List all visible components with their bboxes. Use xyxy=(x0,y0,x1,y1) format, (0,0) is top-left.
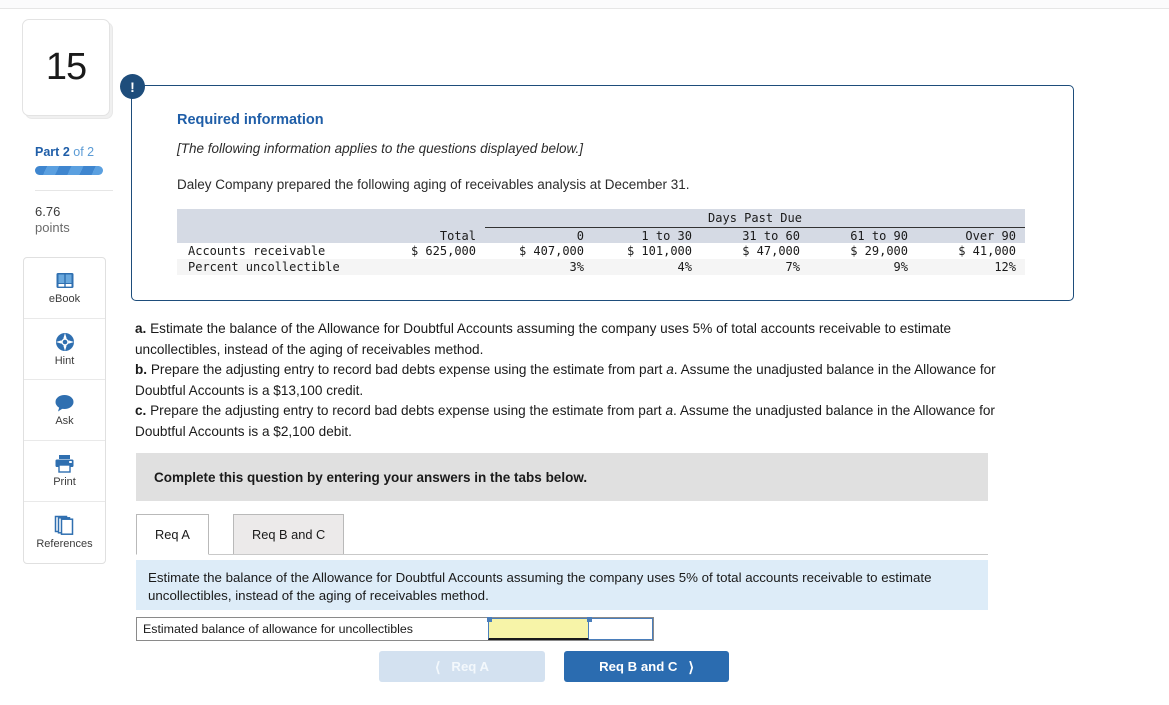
complete-question-bar: Complete this question by entering your … xyxy=(136,453,988,501)
table-row: Accounts receivable $ 625,000 $ 407,000 … xyxy=(177,243,1025,259)
tab-label-req-b-and-c: Req B and C xyxy=(252,527,326,542)
requirement-b-body-1: Prepare the adjusting entry to record ba… xyxy=(147,362,667,377)
pct-1-30: 4% xyxy=(593,259,701,275)
chevron-left-icon: ⟨ xyxy=(434,658,441,675)
requirement-c-marker: c. xyxy=(135,403,147,418)
required-information-callout: ! Required information [The following in… xyxy=(120,74,1074,301)
answer-tabs: Req A Req B and C xyxy=(136,514,988,556)
question-rail: 15 Part 2 of 2 6.76 points eBook Hint As… xyxy=(22,19,114,564)
selection-handle-left[interactable] xyxy=(487,617,492,622)
question-number: 15 xyxy=(45,46,87,88)
tab-label-req-a: Req A xyxy=(155,527,190,542)
requirement-c: c. Prepare the adjusting entry to record… xyxy=(135,401,1040,442)
question-number-card: 15 xyxy=(22,19,110,116)
tool-ask[interactable]: Ask xyxy=(24,380,105,441)
prev-button-label: Req A xyxy=(451,659,490,674)
tab-instruction-text: Estimate the balance of the Allowance fo… xyxy=(148,570,932,603)
chevron-right-icon: ⟩ xyxy=(688,658,694,675)
group-header-total-spacer xyxy=(377,209,485,227)
part-word: Part xyxy=(35,145,60,159)
row-label-percent-uncollectible: Percent uncollectible xyxy=(177,259,377,275)
part-number: 2 xyxy=(62,145,70,159)
prev-req-a-button[interactable]: ⟨ Req A xyxy=(379,651,545,682)
tool-label-ask: Ask xyxy=(55,414,74,427)
requirement-c-ref: a xyxy=(665,403,674,418)
lifebuoy-icon xyxy=(55,332,75,352)
next-req-b-and-c-button[interactable]: Req B and C ⟩ xyxy=(564,651,729,682)
col-header-1-30: 1 to 30 xyxy=(593,227,701,243)
answer-input-row: Estimated balance of allowance for uncol… xyxy=(136,617,654,641)
col-header-over-90: Over 90 xyxy=(917,227,1025,243)
col-header-0: 0 xyxy=(485,227,593,243)
copy-pages-icon xyxy=(54,515,75,535)
tool-label-print: Print xyxy=(53,476,76,488)
group-header-days-past-due: Days Past Due xyxy=(485,209,1025,228)
tab-instruction-panel: Estimate the balance of the Allowance fo… xyxy=(136,560,988,610)
requirement-a-marker: a. xyxy=(135,321,147,336)
part-indicator: Part 2 of 2 xyxy=(22,145,114,159)
points-label: points xyxy=(35,220,70,235)
tool-references[interactable]: References xyxy=(24,502,105,563)
page-root: 15 Part 2 of 2 6.76 points eBook Hint As… xyxy=(0,0,1169,705)
table-row: Percent uncollectible 3% 4% 7% 9% 12% xyxy=(177,259,1025,275)
pct-0: 3% xyxy=(485,259,593,275)
aging-receivables-table: Days Past Due Total 0 1 to 30 31 to 60 6… xyxy=(177,209,1025,275)
pct-total xyxy=(377,259,485,275)
ar-31-60: $ 47,000 xyxy=(701,243,809,259)
tool-label-ebook: eBook xyxy=(48,292,81,305)
col-header-31-60: 31 to 60 xyxy=(701,227,809,243)
ar-over-90: $ 41,000 xyxy=(917,243,1025,259)
tab-req-a[interactable]: Req A xyxy=(136,514,209,555)
table-column-header-row: Total 0 1 to 30 31 to 60 61 to 90 Over 9… xyxy=(177,227,1025,243)
tab-underline xyxy=(136,554,988,555)
next-button-label: Req B and C xyxy=(599,659,678,674)
tool-hint[interactable]: Hint xyxy=(24,319,105,380)
ar-total: $ 625,000 xyxy=(377,243,485,259)
selection-handle-right[interactable] xyxy=(587,617,592,622)
book-icon xyxy=(55,272,75,290)
requirement-b: b. Prepare the adjusting entry to record… xyxy=(135,360,1040,401)
ar-1-30: $ 101,000 xyxy=(593,243,701,259)
estimated-balance-secondary-input[interactable] xyxy=(589,618,653,640)
printer-icon xyxy=(54,454,75,473)
requirement-c-body-1: Prepare the adjusting entry to record ba… xyxy=(146,403,666,418)
question-requirements-text: a. Estimate the balance of the Allowance… xyxy=(135,319,1040,442)
tool-panel: eBook Hint Ask Print References xyxy=(23,257,106,564)
tab-req-b-and-c[interactable]: Req B and C xyxy=(233,514,345,555)
estimated-balance-input[interactable] xyxy=(488,618,589,640)
complete-question-text: Complete this question by entering your … xyxy=(154,469,588,485)
answer-cell-group xyxy=(487,617,653,640)
callout-title: Required information xyxy=(177,112,324,128)
chat-bubble-icon xyxy=(54,394,75,412)
col-header-blank xyxy=(177,227,377,243)
requirement-b-marker: b. xyxy=(135,362,148,377)
tool-print[interactable]: Print xyxy=(24,441,105,502)
pct-31-60: 7% xyxy=(701,259,809,275)
pct-61-90: 9% xyxy=(809,259,917,275)
requirement-a: a. Estimate the balance of the Allowance… xyxy=(135,319,1040,360)
callout-description: Daley Company prepared the following agi… xyxy=(177,177,690,192)
group-header-spacer xyxy=(177,209,377,227)
col-header-total: Total xyxy=(377,227,485,243)
tool-label-references: References xyxy=(36,538,93,550)
ar-61-90: $ 29,000 xyxy=(809,243,917,259)
points-block: 6.76 points xyxy=(22,204,114,236)
part-total: of 2 xyxy=(73,145,95,159)
answer-row-label: Estimated balance of allowance for uncol… xyxy=(143,622,413,636)
tool-label-hint: Hint xyxy=(54,354,75,367)
requirement-b-ref: a xyxy=(666,362,674,377)
row-label-accounts-receivable: Accounts receivable xyxy=(177,243,377,259)
ar-0: $ 407,000 xyxy=(485,243,593,259)
requirement-a-body: Estimate the balance of the Allowance fo… xyxy=(135,321,952,357)
rail-divider xyxy=(35,190,113,191)
top-strip xyxy=(0,0,1169,9)
points-value: 6.76 xyxy=(35,204,61,219)
pct-over-90: 12% xyxy=(917,259,1025,275)
table-group-header-row: Days Past Due xyxy=(177,209,1025,228)
exclamation-icon: ! xyxy=(120,74,145,99)
tool-ebook[interactable]: eBook xyxy=(24,258,105,319)
col-header-61-90: 61 to 90 xyxy=(809,227,917,243)
part-progress-bar xyxy=(35,166,103,175)
callout-italic-note: [The following information applies to th… xyxy=(177,141,583,156)
